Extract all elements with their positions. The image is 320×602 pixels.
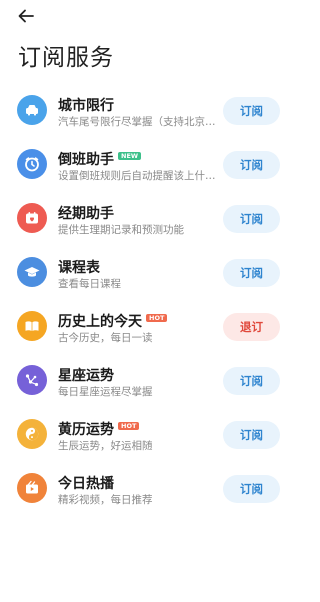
subscribe-button[interactable]: 订阅	[223, 367, 280, 395]
item-title-row: 城市限行	[58, 95, 114, 115]
clock-icon	[17, 149, 47, 179]
item-name: 倒班助手	[58, 152, 114, 168]
item-name: 今日热播	[58, 476, 114, 492]
hot-badge: HOT	[118, 422, 140, 430]
item-name: 黄历运势	[58, 422, 114, 438]
list-item-shift-assistant[interactable]: 倒班助手 NEW 设置倒班规则后自动提醒该上什… 订阅	[0, 140, 300, 194]
subscription-list: 城市限行 汽车尾号限行尽掌握（支持北京… 订阅 倒班助手 NEW 设置倒班规则后…	[0, 86, 300, 518]
item-title-row: 倒班助手 NEW	[58, 149, 142, 169]
page-title: 订阅服务	[18, 45, 114, 71]
item-description: 生辰运势，好运相随	[58, 440, 153, 452]
item-description: 古今历史，每日一读	[58, 332, 153, 344]
list-item-city-traffic[interactable]: 城市限行 汽车尾号限行尽掌握（支持北京… 订阅	[0, 86, 300, 140]
item-name: 星座运势	[58, 368, 114, 384]
subscribe-button[interactable]: 订阅	[223, 259, 280, 287]
hot-badge: HOT	[146, 314, 168, 322]
item-description: 每日星座运程尽掌握	[58, 386, 153, 398]
item-title-row: 黄历运势 HOT	[58, 419, 140, 439]
item-description: 精彩视频，每日推荐	[58, 494, 153, 506]
back-arrow-icon[interactable]	[16, 6, 36, 26]
subscribe-button[interactable]: 订阅	[223, 97, 280, 125]
car-icon	[17, 95, 47, 125]
item-description: 汽车尾号限行尽掌握（支持北京…	[58, 116, 216, 128]
list-item-today-in-history[interactable]: 历史上的今天 HOT 古今历史，每日一读 退订	[0, 302, 300, 356]
list-item-almanac[interactable]: 黄历运势 HOT 生辰运势，好运相随 订阅	[0, 410, 300, 464]
item-name: 历史上的今天	[58, 314, 142, 330]
item-title-row: 今日热播	[58, 473, 114, 493]
list-item-horoscope[interactable]: 星座运势 每日星座运程尽掌握 订阅	[0, 356, 300, 410]
item-title-row: 课程表	[58, 257, 100, 277]
new-badge: NEW	[118, 152, 142, 160]
item-name: 城市限行	[58, 98, 114, 114]
item-title-row: 经期助手	[58, 203, 114, 223]
subscribe-button[interactable]: 订阅	[223, 475, 280, 503]
item-description: 查看每日课程	[58, 278, 121, 290]
video-icon	[17, 473, 47, 503]
item-description: 设置倒班规则后自动提醒该上什…	[58, 170, 216, 182]
subscribe-button[interactable]: 订阅	[223, 205, 280, 233]
yin-yang-icon	[17, 419, 47, 449]
constellation-icon	[17, 365, 47, 395]
item-title-row: 历史上的今天 HOT	[58, 311, 168, 331]
item-description: 提供生理期记录和预测功能	[58, 224, 184, 236]
item-name: 课程表	[58, 260, 100, 276]
graduation-cap-icon	[17, 257, 47, 287]
unsubscribe-button[interactable]: 退订	[223, 313, 280, 341]
subscribe-button[interactable]: 订阅	[223, 421, 280, 449]
list-item-trending-videos[interactable]: 今日热播 精彩视频，每日推荐 订阅	[0, 464, 300, 518]
item-name: 经期助手	[58, 206, 114, 222]
subscribe-button[interactable]: 订阅	[223, 151, 280, 179]
item-title-row: 星座运势	[58, 365, 114, 385]
calendar-heart-icon	[17, 203, 47, 233]
book-icon	[17, 311, 47, 341]
list-item-period-assistant[interactable]: 经期助手 提供生理期记录和预测功能 订阅	[0, 194, 300, 248]
list-item-timetable[interactable]: 课程表 查看每日课程 订阅	[0, 248, 300, 302]
